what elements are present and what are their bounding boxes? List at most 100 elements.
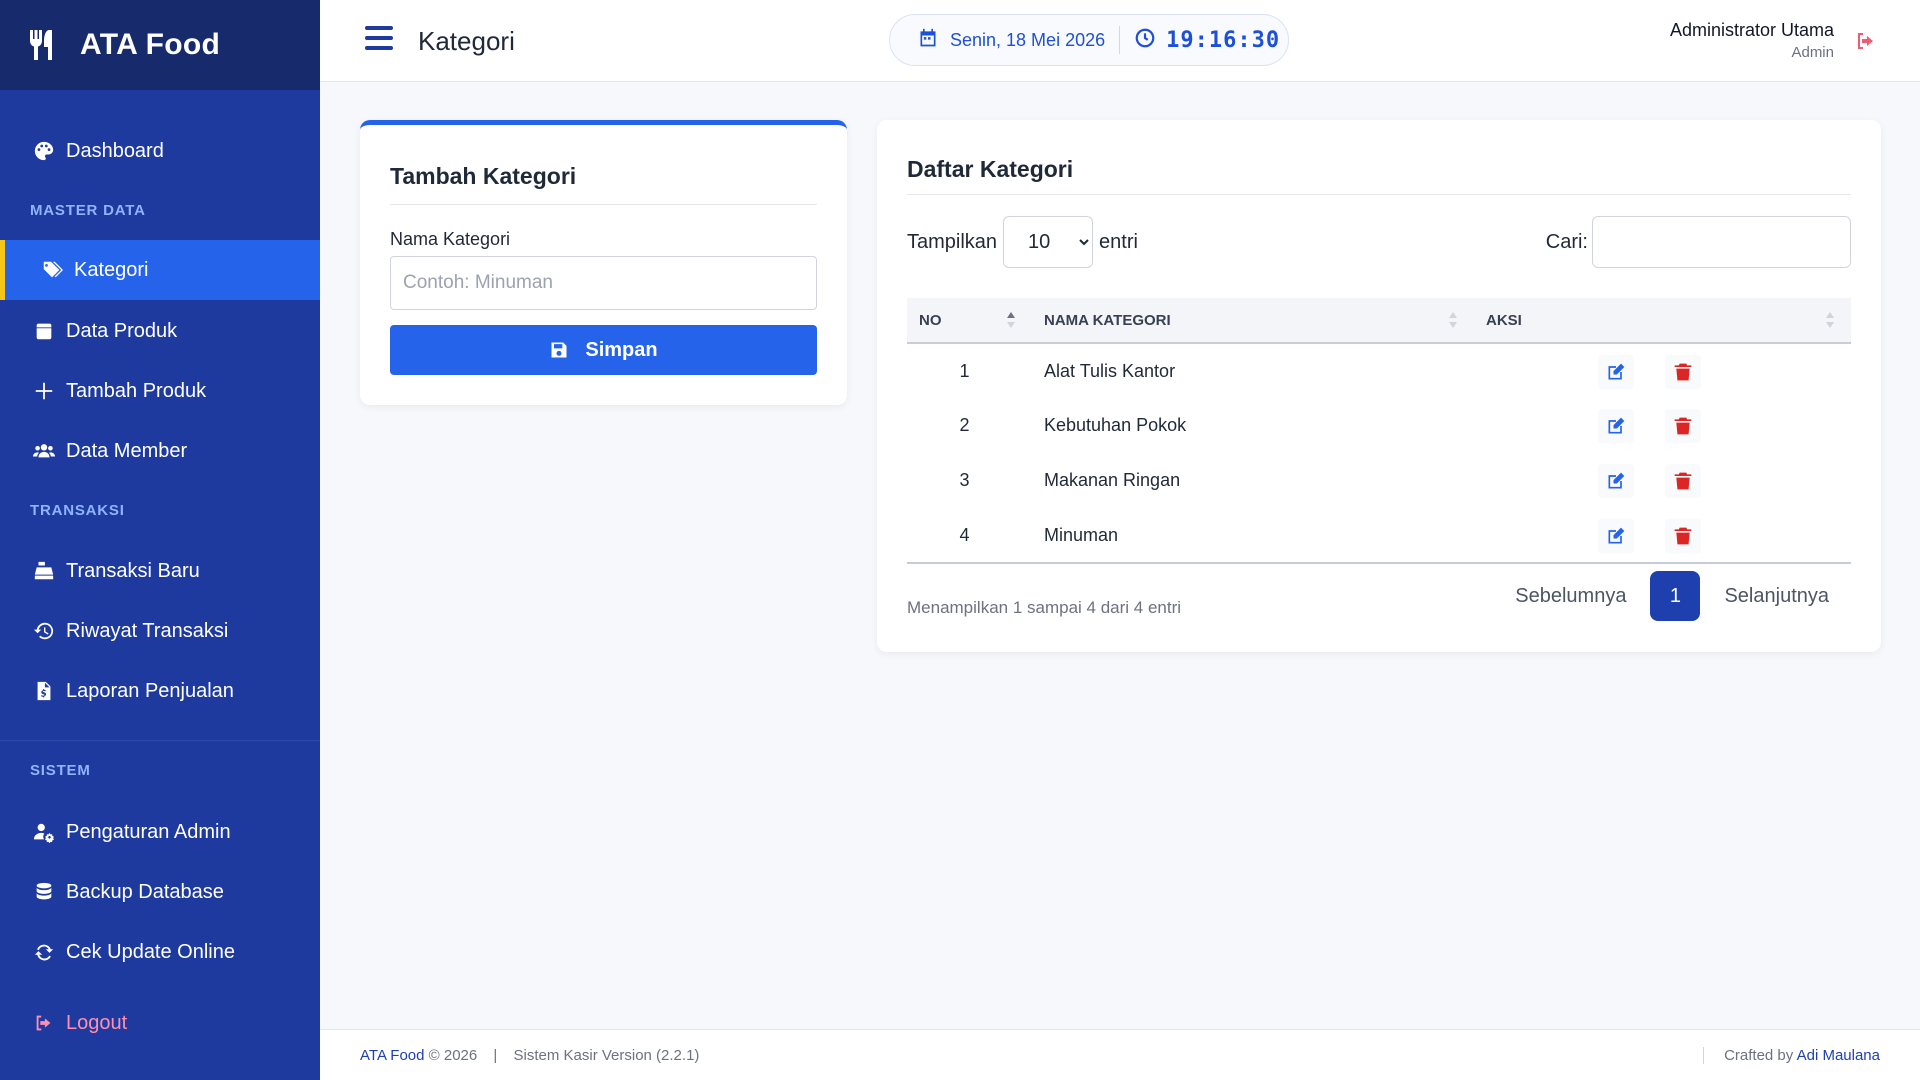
page-length-control: Tampilkan 10 entri	[907, 216, 1138, 268]
search-label: Cari:	[1545, 230, 1588, 253]
hamburger-menu-icon[interactable]	[365, 26, 393, 50]
current-time: 19:16:30	[1166, 27, 1281, 53]
footer-brand-link[interactable]: ATA Food	[360, 1047, 424, 1064]
delete-button[interactable]	[1665, 464, 1701, 498]
sidebar: ATA Food Dashboard MASTER DATA Kategori …	[0, 0, 320, 1080]
delete-button[interactable]	[1665, 519, 1701, 553]
sort-icon	[1449, 312, 1457, 328]
sidebar-item-label: Data Produk	[66, 319, 178, 342]
sidebar-item-cek-update-online[interactable]: Cek Update Online	[0, 922, 320, 982]
sidebar-item-data-produk[interactable]: Data Produk	[0, 301, 320, 361]
entries-label: entri	[1099, 230, 1138, 253]
edit-button[interactable]	[1598, 355, 1634, 389]
column-header-nama-kategori[interactable]: NAMA KATEGORI	[1032, 298, 1474, 343]
page-length-select[interactable]: 10	[1003, 216, 1094, 268]
pagination: Sebelumnya 1 Selanjutnya	[1493, 571, 1851, 621]
row-number: 2	[959, 415, 970, 435]
pagination-previous[interactable]: Sebelumnya	[1493, 585, 1648, 608]
trash-icon	[1674, 472, 1692, 490]
sign-out-icon[interactable]	[1854, 29, 1878, 53]
sidebar-item-kategori[interactable]: Kategori	[0, 240, 320, 300]
search-control: Cari:	[1546, 216, 1851, 268]
table-row: 3 Makanan Ringan	[907, 453, 1851, 508]
edit-button[interactable]	[1598, 464, 1634, 498]
category-list-card: Daftar Kategori Tampilkan 10 entri Cari:…	[877, 120, 1881, 652]
page-title: Kategori	[418, 26, 515, 56]
brand-name: ATA Food	[80, 28, 221, 61]
palette-icon	[32, 139, 56, 163]
sidebar-item-pengaturan-admin[interactable]: Pengaturan Admin	[0, 802, 320, 862]
table-row: 2 Kebutuhan Pokok	[907, 398, 1851, 453]
sidebar-item-label: Kategori	[74, 258, 149, 281]
sidebar-item-label: Logout	[66, 1011, 128, 1034]
user-name: Administrator Utama	[1669, 20, 1834, 40]
sidebar-item-label: Data Member	[66, 439, 188, 462]
pagination-page-current[interactable]: 1	[1650, 571, 1701, 621]
sidebar-item-dashboard[interactable]: Dashboard	[0, 121, 320, 181]
column-header-aksi[interactable]: AKSI	[1474, 298, 1851, 343]
row-number: 3	[959, 470, 970, 490]
users-icon	[32, 439, 56, 463]
category-table: NO NAMA KATEGORI AKSI 1 Alat Tulis Kanto…	[907, 298, 1851, 564]
delete-button[interactable]	[1665, 355, 1701, 389]
sidebar-item-data-member[interactable]: Data Member	[0, 421, 320, 481]
save-button[interactable]: Simpan	[390, 325, 817, 375]
edit-icon	[1608, 417, 1625, 434]
footer-copyright: © 2026	[428, 1047, 478, 1064]
trash-icon	[1674, 363, 1692, 381]
utensils-icon	[30, 30, 52, 60]
card-divider	[390, 204, 817, 205]
history-icon	[32, 619, 56, 643]
edit-button[interactable]	[1598, 409, 1634, 443]
current-date: Senin, 18 Mei 2026	[950, 29, 1106, 50]
table-info: Menampilkan 1 sampai 4 dari 4 entri	[907, 598, 1182, 617]
footer-author-link[interactable]: Adi Maulana	[1797, 1047, 1880, 1064]
footer-separator: |	[493, 1047, 498, 1064]
delete-button[interactable]	[1665, 409, 1701, 443]
sidebar-item-label: Backup Database	[66, 880, 224, 903]
sidebar-item-tambah-produk[interactable]: Tambah Produk	[0, 361, 320, 421]
section-sistem: SISTEM	[30, 762, 91, 779]
section-transaksi: TRANSAKSI	[30, 502, 125, 519]
sidebar-item-label: Laporan Penjualan	[66, 679, 234, 702]
sidebar-item-backup-database[interactable]: Backup Database	[0, 862, 320, 922]
database-icon	[32, 880, 56, 904]
calendar-icon	[918, 28, 950, 53]
trash-icon	[1674, 527, 1692, 545]
save-button-label: Simpan	[585, 338, 658, 361]
search-input[interactable]	[1592, 216, 1851, 268]
category-name-label: Nama Kategori	[390, 229, 511, 249]
sidebar-item-laporan-penjualan[interactable]: Laporan Penjualan	[0, 661, 320, 721]
row-number: 4	[959, 524, 970, 545]
topbar: Kategori Senin, 18 Mei 2026 19:16:30 Adm…	[320, 0, 1920, 82]
card-divider	[907, 194, 1851, 195]
footer-left: ATA Food © 2026 | Sistem Kasir Version (…	[360, 1047, 699, 1064]
sign-out-icon	[32, 1011, 56, 1035]
edit-icon	[1608, 527, 1625, 544]
show-label: Tampilkan	[907, 230, 998, 253]
pagination-next[interactable]: Selanjutnya	[1702, 585, 1851, 608]
add-category-title: Tambah Kategori	[390, 163, 577, 189]
row-category-name: Minuman	[1044, 524, 1119, 545]
row-category-name: Makanan Ringan	[1044, 470, 1181, 490]
category-list-title: Daftar Kategori	[907, 156, 1074, 182]
edit-icon	[1608, 363, 1625, 380]
brand[interactable]: ATA Food	[0, 0, 320, 90]
sidebar-item-label: Tambah Produk	[66, 379, 207, 402]
user-info[interactable]: Administrator Utama Admin	[1670, 20, 1834, 61]
sidebar-item-logout[interactable]: Logout	[0, 993, 320, 1053]
sidebar-item-transaksi-baru[interactable]: Transaksi Baru	[0, 541, 320, 601]
sidebar-item-label: Pengaturan Admin	[66, 820, 231, 843]
sidebar-item-label: Dashboard	[66, 139, 164, 162]
row-number: 1	[959, 360, 970, 381]
box-icon	[32, 319, 56, 343]
clock-icon	[1134, 27, 1166, 54]
sync-icon	[32, 940, 56, 964]
edit-button[interactable]	[1598, 519, 1634, 553]
cash-register-icon	[32, 559, 56, 583]
sidebar-item-label: Riwayat Transaksi	[66, 619, 229, 642]
column-header-no[interactable]: NO	[907, 298, 1032, 343]
table-header-row: NO NAMA KATEGORI AKSI	[907, 298, 1851, 343]
sidebar-item-riwayat-transaksi[interactable]: Riwayat Transaksi	[0, 601, 320, 661]
category-name-input[interactable]	[390, 256, 817, 310]
